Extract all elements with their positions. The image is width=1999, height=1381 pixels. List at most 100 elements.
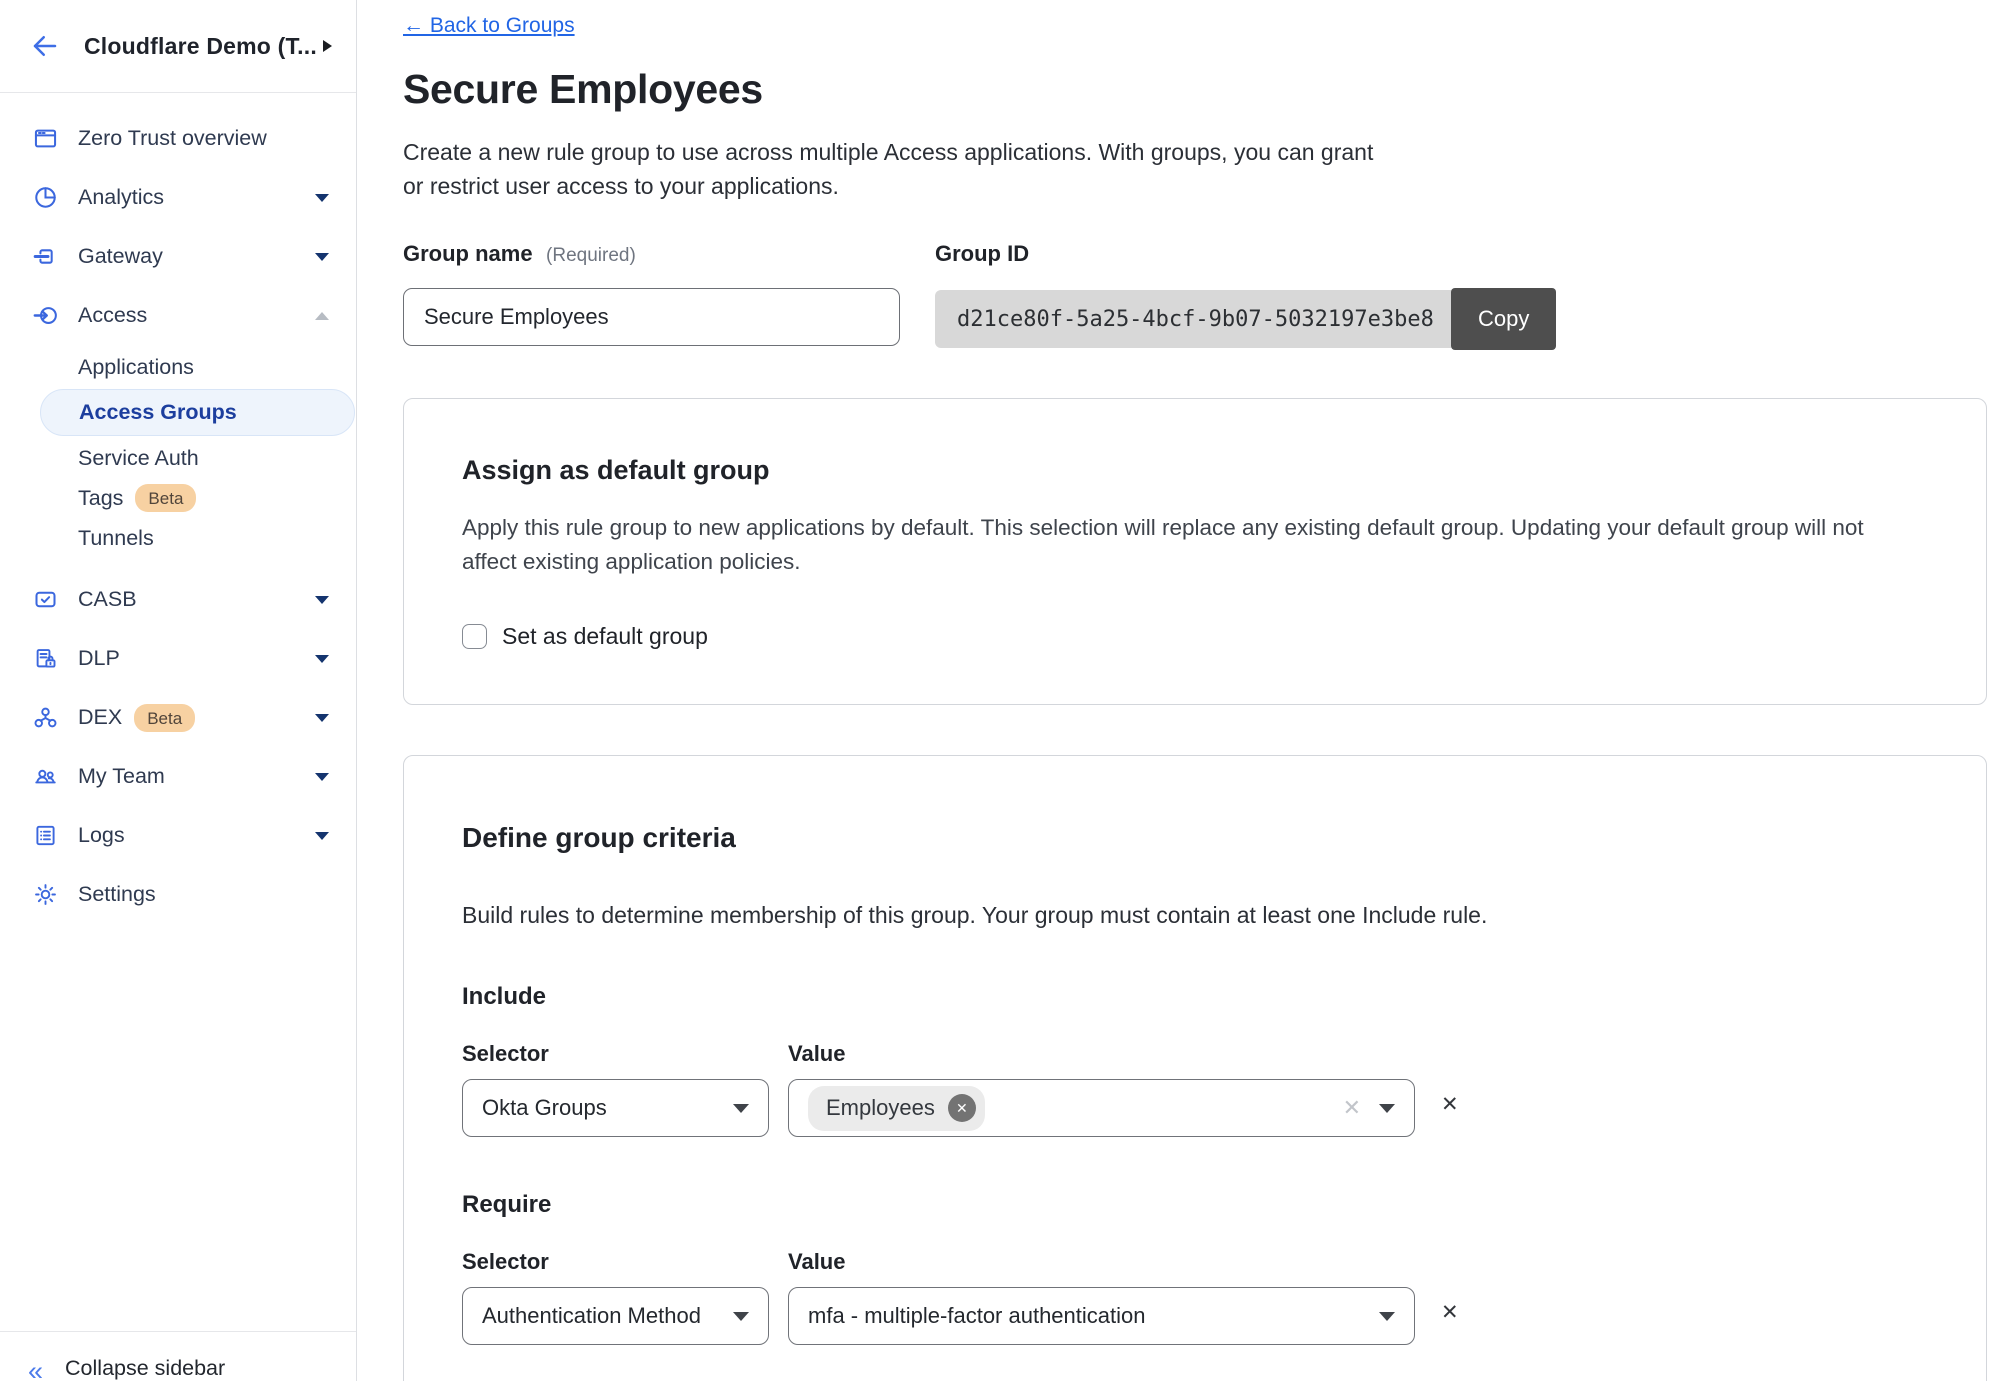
remove-include-rule-icon[interactable]: ✕: [1441, 1094, 1459, 1115]
document-lock-icon: [31, 645, 59, 673]
set-default-checkbox[interactable]: [462, 624, 487, 649]
sidebar-item-service-auth[interactable]: Service Auth: [0, 438, 356, 478]
sidebar-item-label: DEX: [78, 705, 122, 730]
chevron-down-icon: [733, 1104, 749, 1113]
require-value-text: mfa - multiple-factor authentication: [808, 1303, 1146, 1329]
sidebar-item-dlp[interactable]: DLP: [0, 629, 356, 688]
copy-button[interactable]: Copy: [1451, 288, 1556, 350]
sidebar-item-access-groups[interactable]: Access Groups: [40, 389, 355, 436]
clear-value-icon[interactable]: ✕: [1343, 1097, 1361, 1119]
criteria-card-title: Define group criteria: [462, 822, 1928, 854]
sidebar-item-label: Tunnels: [78, 526, 154, 551]
sidebar-item-label: Access Groups: [79, 400, 237, 425]
sidebar-item-dex[interactable]: DEX Beta: [0, 688, 356, 747]
include-heading: Include: [462, 983, 1928, 1011]
group-name-label: Group name: [403, 241, 533, 266]
chevron-down-icon[interactable]: [315, 253, 329, 261]
people-icon: [31, 763, 59, 791]
page-title: Secure Employees: [403, 66, 1999, 113]
criteria-card-description: Build rules to determine membership of t…: [462, 902, 1928, 929]
include-selector-label: Selector: [462, 1041, 788, 1067]
group-name-field: Group name (Required): [403, 241, 900, 350]
sidebar-header: Cloudflare Demo (T...: [0, 0, 356, 93]
sidebar-item-tags[interactable]: Tags Beta: [0, 478, 356, 518]
gear-icon: [31, 881, 59, 909]
chevron-right-icon[interactable]: [323, 40, 332, 52]
group-name-input[interactable]: [403, 288, 900, 346]
chevron-down-icon[interactable]: [315, 596, 329, 604]
group-id-value: d21ce80f-5a25-4bcf-9b07-5032197e3be8: [935, 290, 1451, 348]
chevron-down-icon[interactable]: [315, 655, 329, 663]
sidebar-item-label: CASB: [78, 587, 137, 612]
require-selector-value: Authentication Method: [482, 1303, 701, 1329]
group-id-field: Group ID d21ce80f-5a25-4bcf-9b07-5032197…: [935, 241, 1556, 350]
require-selector-dropdown[interactable]: Authentication Method: [462, 1287, 769, 1345]
sidebar-item-label: Applications: [78, 355, 194, 380]
sidebar-item-label: Gateway: [78, 244, 163, 269]
sidebar-item-applications[interactable]: Applications: [0, 347, 356, 387]
require-rule-row: Authentication Method mfa - multiple-fac…: [462, 1287, 1928, 1345]
default-group-card: Assign as default group Apply this rule …: [403, 398, 1987, 705]
chevron-down-icon: [733, 1312, 749, 1321]
sidebar-item-label: DLP: [78, 646, 120, 671]
sidebar-item-label: Zero Trust overview: [78, 126, 267, 151]
sidebar-item-settings[interactable]: Settings: [0, 865, 356, 924]
criteria-card: Define group criteria Build rules to det…: [403, 755, 1987, 1381]
chevron-down-icon[interactable]: [315, 832, 329, 840]
include-value-multiselect[interactable]: Employees ✕ ✕: [788, 1079, 1415, 1137]
sidebar-item-label: Service Auth: [78, 446, 199, 471]
sidebar-item-label: Access: [78, 303, 147, 328]
sidebar-item-my-team[interactable]: My Team: [0, 747, 356, 806]
gateway-icon: [31, 243, 59, 271]
collapse-sidebar-icon: «: [28, 1361, 43, 1381]
casb-icon: [31, 586, 59, 614]
sidebar-nav: Zero Trust overview Analytics Gateway: [0, 93, 356, 924]
chevron-down-icon[interactable]: [315, 714, 329, 722]
chevron-down-icon[interactable]: [315, 194, 329, 202]
sidebar-item-label: My Team: [78, 764, 165, 789]
chip-remove-icon[interactable]: ✕: [948, 1094, 976, 1122]
sidebar-item-gateway[interactable]: Gateway: [0, 227, 356, 286]
page-description: Create a new rule group to use across mu…: [403, 135, 1395, 203]
require-value-label: Value: [788, 1249, 845, 1275]
sidebar-item-logs[interactable]: Logs: [0, 806, 356, 865]
sidebar-item-tunnels[interactable]: Tunnels: [0, 518, 356, 558]
chevron-down-icon[interactable]: [315, 773, 329, 781]
remove-require-rule-icon[interactable]: ✕: [1441, 1302, 1459, 1323]
access-subnav: Applications Access Groups Service Auth …: [0, 345, 356, 570]
sidebar-item-label: Settings: [78, 882, 156, 907]
collapse-sidebar[interactable]: « Collapse sidebar: [0, 1331, 356, 1381]
include-value-label: Value: [788, 1041, 845, 1067]
value-chip-label: Employees: [826, 1095, 935, 1121]
back-to-groups-link[interactable]: ← Back to Groups: [403, 14, 575, 38]
back-arrow-icon[interactable]: [30, 31, 64, 61]
sidebar-item-casb[interactable]: CASB: [0, 570, 356, 629]
chevron-down-icon: [1379, 1312, 1395, 1321]
overview-window-icon: [31, 125, 59, 153]
chevron-up-icon[interactable]: [315, 312, 329, 320]
sidebar-item-access[interactable]: Access: [0, 286, 356, 345]
sidebar-item-label: Tags: [78, 486, 123, 511]
beta-badge: Beta: [134, 704, 195, 732]
list-document-icon: [31, 822, 59, 850]
require-value-dropdown[interactable]: mfa - multiple-factor authentication: [788, 1287, 1415, 1345]
include-rule-row: Okta Groups Employees ✕ ✕ ✕: [462, 1079, 1928, 1137]
sidebar-item-label: Logs: [78, 823, 125, 848]
chevron-down-icon: [1379, 1104, 1395, 1113]
account-name: Cloudflare Demo (T...: [84, 33, 317, 60]
require-heading: Require: [462, 1191, 1928, 1219]
default-group-card-description: Apply this rule group to new application…: [462, 511, 1887, 579]
sidebar-item-zero-trust-overview[interactable]: Zero Trust overview: [0, 109, 356, 168]
value-chip: Employees ✕: [808, 1086, 985, 1131]
require-selector-label: Selector: [462, 1249, 788, 1275]
set-default-checkbox-label: Set as default group: [502, 623, 708, 650]
include-selector-dropdown[interactable]: Okta Groups: [462, 1079, 769, 1137]
access-icon: [31, 302, 59, 330]
main-content: ← Back to Groups Secure Employees Create…: [357, 0, 1999, 1381]
app-window: Cloudflare Demo (T... Zero Trust overvie…: [0, 0, 1999, 1381]
network-nodes-icon: [31, 704, 59, 732]
pie-chart-icon: [31, 184, 59, 212]
beta-badge: Beta: [135, 484, 196, 512]
sidebar-item-analytics[interactable]: Analytics: [0, 168, 356, 227]
required-hint: (Required): [546, 245, 636, 266]
